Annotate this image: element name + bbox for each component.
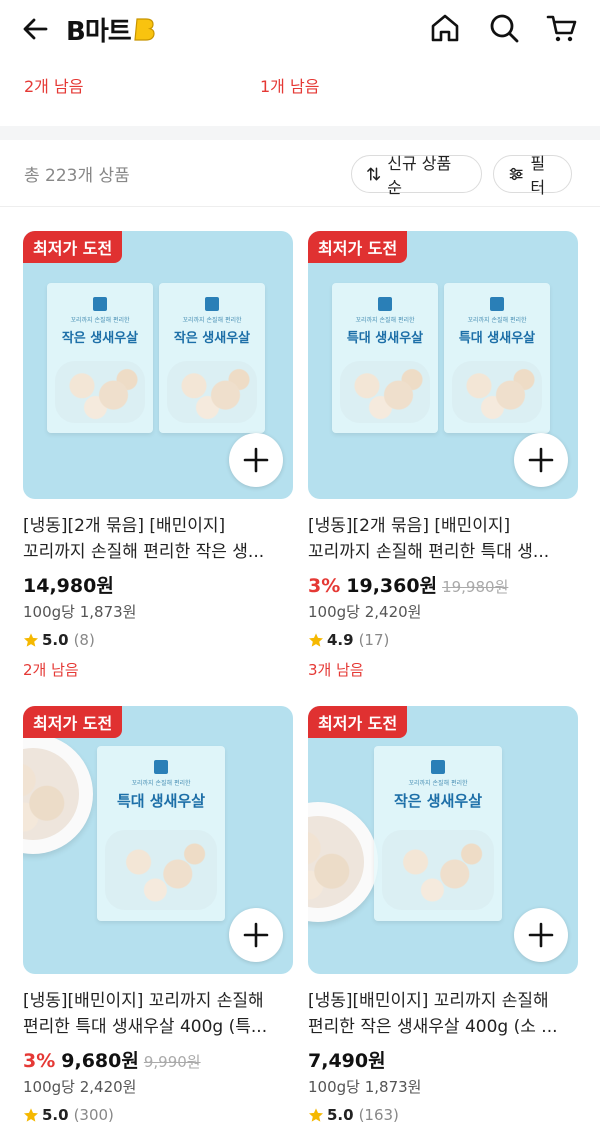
unit-price: 100g당 1,873원 <box>23 603 137 621</box>
logo-text: B마트 <box>66 16 132 47</box>
app-header: B마트 <box>0 0 600 58</box>
stock-remaining: 2개 남음 <box>23 661 79 679</box>
previous-item-remaining: 2개 남음 <box>24 77 84 96</box>
sale-price: 9,680원 <box>61 1050 139 1072</box>
product-title[interactable]: [냉동][배민이지] 꼬리까지 손질해 편리한 특대 생새우살 400g (특..… <box>23 988 293 1040</box>
sale-price: 7,490원 <box>308 1050 386 1072</box>
lowest-price-badge: 최저가 도전 <box>308 231 408 263</box>
add-to-cart-button[interactable] <box>514 908 568 962</box>
add-to-cart-button[interactable] <box>229 433 283 487</box>
rating: 5.0 (163) <box>308 1106 399 1124</box>
lowest-price-badge: 최저가 도전 <box>23 231 123 263</box>
unit-price: 100g당 1,873원 <box>308 1078 422 1096</box>
product-package: 꼬리까지 손질해 편리한 작은 생새우살 <box>374 746 502 921</box>
product-package: 꼬리까지 손질해 편리한 특대 생새우살 <box>332 283 438 433</box>
filter-label: 필터 <box>530 154 546 197</box>
price-row: 14,980원 <box>23 571 114 598</box>
plus-icon <box>528 447 554 473</box>
unit-price: 100g당 2,420원 <box>308 603 422 621</box>
filter-button[interactable]: 필터 <box>493 154 572 197</box>
product-title[interactable]: [냉동][배민이지] 꼬리까지 손질해 편리한 작은 생새우살 400g (소 .… <box>308 988 578 1040</box>
sort-label: 신규 상품 순 <box>387 154 452 197</box>
lowest-price-badge: 최저가 도전 <box>23 706 123 738</box>
discount-rate: 3% <box>23 1050 56 1072</box>
product-count: 총 223개 상품 <box>24 166 130 186</box>
shrimp-bowl <box>23 734 93 854</box>
original-price: 9,990원 <box>143 1053 201 1071</box>
filter-icon <box>509 167 523 181</box>
plus-icon <box>243 447 269 473</box>
product-package: 꼬리까지 손질해 편리한 특대 생새우살 <box>444 283 550 433</box>
section-divider <box>0 126 600 140</box>
rating: 5.0 (300) <box>23 1106 114 1124</box>
price-row: 3% 9,680원 9,990원 <box>23 1046 201 1073</box>
discount-rate: 3% <box>308 575 341 597</box>
lowest-price-badge: 최저가 도전 <box>308 706 408 738</box>
back-arrow-icon[interactable] <box>18 12 52 46</box>
product-package: 꼬리까지 손질해 편리한 특대 생새우살 <box>97 746 225 921</box>
price-row: 7,490원 <box>308 1046 386 1073</box>
cart-icon[interactable] <box>545 11 579 45</box>
star-icon <box>24 633 38 647</box>
toolbar-divider <box>0 206 600 207</box>
rating: 4.9 (17) <box>308 631 389 649</box>
previous-item-remaining: 1개 남음 <box>260 77 320 96</box>
star-icon <box>309 1108 323 1122</box>
sort-icon <box>367 167 381 181</box>
product-package: 꼬리까지 손질해 편리한 작은 생새우살 <box>159 283 265 433</box>
product-package: 꼬리까지 손질해 편리한 작은 생새우살 <box>47 283 153 433</box>
logo-b-icon <box>134 18 155 41</box>
sort-button[interactable]: 신규 상품 순 <box>351 154 482 197</box>
plus-icon <box>243 922 269 948</box>
product-title[interactable]: [냉동][2개 묶음] [배민이지] 꼬리까지 손질해 편리한 작은 생... <box>23 513 293 565</box>
sale-price: 14,980원 <box>23 575 114 597</box>
add-to-cart-button[interactable] <box>229 908 283 962</box>
add-to-cart-button[interactable] <box>514 433 568 487</box>
sale-price: 19,360원 <box>346 575 438 597</box>
star-icon <box>24 1108 38 1122</box>
shrimp-bowl <box>308 802 378 922</box>
original-price: 19,980원 <box>442 578 509 596</box>
product-title[interactable]: [냉동][2개 묶음] [배민이지] 꼬리까지 손질해 편리한 특대 생... <box>308 513 578 565</box>
home-icon[interactable] <box>428 11 462 45</box>
stock-remaining: 3개 남음 <box>308 661 364 679</box>
search-icon[interactable] <box>487 11 521 45</box>
plus-icon <box>528 922 554 948</box>
unit-price: 100g당 2,420원 <box>23 1078 137 1096</box>
rating: 5.0 (8) <box>23 631 95 649</box>
price-row: 3% 19,360원 19,980원 <box>308 571 508 598</box>
star-icon <box>309 633 323 647</box>
bmart-logo[interactable]: B마트 <box>66 10 155 48</box>
